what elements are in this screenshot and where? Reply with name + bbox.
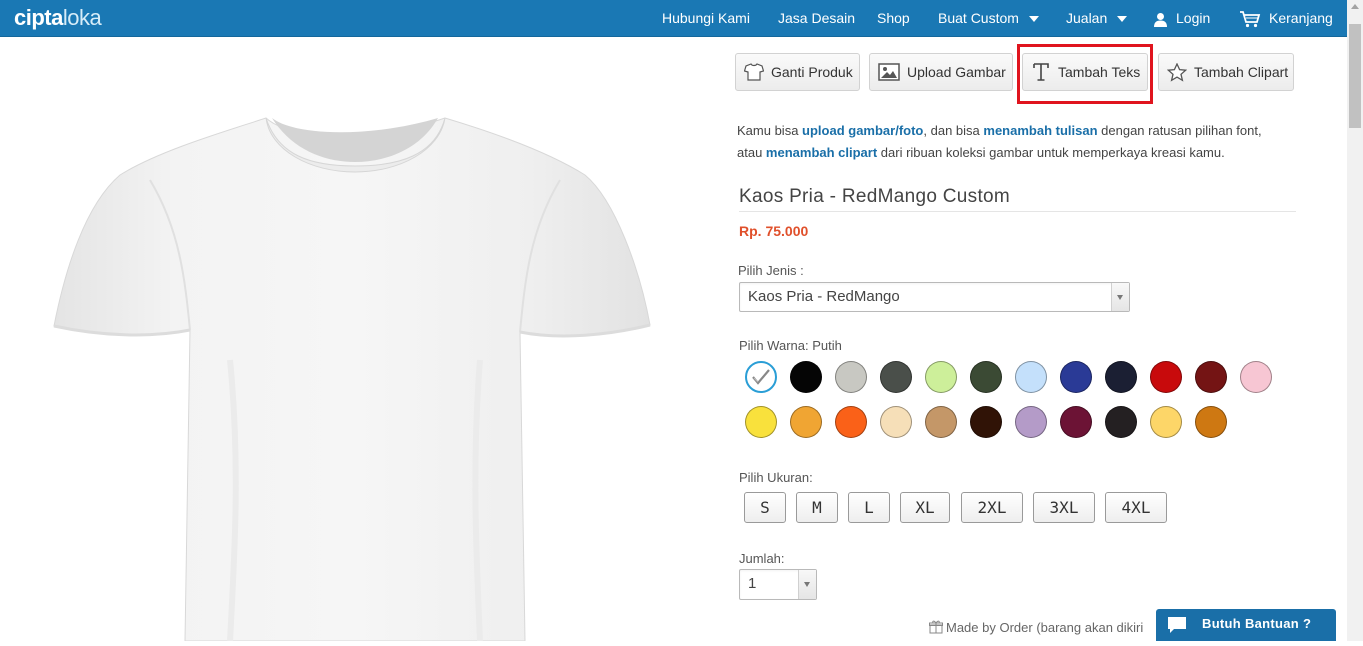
upload-image-link[interactable]: upload gambar/foto [802, 123, 923, 138]
nav-shop[interactable]: Shop [877, 0, 910, 36]
color-swatch[interactable] [880, 361, 912, 393]
add-clipart-button[interactable]: Tambah Clipart [1158, 53, 1294, 91]
intro-text-1: Kamu bisa [737, 123, 803, 138]
gift-icon [929, 620, 943, 634]
check-icon [752, 369, 770, 385]
image-icon [878, 63, 900, 81]
size-button[interactable]: 4XL [1105, 492, 1167, 523]
product-type-value: Kaos Pria - RedMango [748, 288, 900, 305]
intro-text-4: atau [737, 145, 766, 160]
color-swatch[interactable] [970, 406, 1002, 438]
color-swatch[interactable] [1060, 361, 1092, 393]
top-navbar: ciptaloka Hubungi Kami Jasa Desain Shop … [0, 0, 1347, 37]
help-chat-label: Butuh Bantuan ? [1202, 616, 1312, 631]
intro-text-5: dari ribuan koleksi gambar untuk memperk… [877, 145, 1225, 160]
quantity-label: Jumlah: [739, 551, 785, 566]
add-clipart-link[interactable]: menambah clipart [766, 145, 877, 160]
nav-sell-label: Jualan [1066, 10, 1108, 26]
color-swatch[interactable] [790, 361, 822, 393]
nav-cart-label: Keranjang [1269, 10, 1333, 26]
help-chat-button[interactable]: Butuh Bantuan ? [1156, 609, 1336, 641]
color-swatch[interactable] [835, 406, 867, 438]
chat-bubble-icon [1168, 617, 1186, 633]
tshirt-icon [744, 63, 764, 81]
size-button[interactable]: S [744, 492, 786, 523]
chevron-down-icon [1117, 16, 1128, 23]
color-swatch[interactable] [970, 361, 1002, 393]
nav-design-service[interactable]: Jasa Desain [778, 0, 855, 36]
tshirt-preview[interactable] [40, 100, 670, 642]
color-swatch[interactable] [1150, 361, 1182, 393]
made-by-order-text: Made by Order (barang akan dikiri [946, 620, 1144, 635]
color-swatch[interactable] [835, 361, 867, 393]
intro-text: Kamu bisa upload gambar/foto, dan bisa m… [737, 120, 1307, 164]
star-icon [1167, 62, 1187, 82]
nav-login[interactable]: Login [1153, 0, 1210, 36]
color-swatch[interactable] [925, 406, 957, 438]
intro-text-3: dengan ratusan pilihan font, [1097, 123, 1262, 138]
color-swatch[interactable] [880, 406, 912, 438]
product-type-select[interactable]: Kaos Pria - RedMango [739, 282, 1130, 312]
change-product-button[interactable]: Ganti Produk [735, 53, 860, 91]
quantity-value: 1 [748, 575, 757, 592]
type-label: Pilih Jenis : [738, 263, 804, 278]
product-price: Rp. 75.000 [739, 223, 809, 239]
user-icon [1154, 12, 1167, 27]
color-swatch-selected[interactable] [745, 361, 777, 393]
color-swatch[interactable] [1195, 406, 1227, 438]
cart-icon [1240, 11, 1261, 28]
color-swatch[interactable] [745, 406, 777, 438]
nav-sell[interactable]: Jualan [1066, 0, 1128, 36]
color-swatch[interactable] [790, 406, 822, 438]
size-button[interactable]: 2XL [961, 492, 1023, 523]
color-label: Pilih Warna: Putih [739, 338, 842, 353]
color-swatch[interactable] [1015, 406, 1047, 438]
size-button[interactable]: M [796, 492, 838, 523]
made-by-order-note: Made by Order (barang akan dikiri [929, 620, 1143, 635]
size-button[interactable]: 3XL [1033, 492, 1095, 523]
color-swatch[interactable] [925, 361, 957, 393]
product-title: Kaos Pria - RedMango Custom [739, 186, 1011, 207]
quantity-select[interactable]: 1 [739, 569, 817, 600]
chevron-down-icon [1028, 16, 1039, 23]
color-swatch[interactable] [1015, 361, 1047, 393]
color-swatch[interactable] [1150, 406, 1182, 438]
nav-create-custom[interactable]: Buat Custom [938, 0, 1039, 36]
select-arrow-icon [1111, 283, 1129, 311]
scroll-up-arrow-icon[interactable] [1351, 4, 1359, 9]
color-swatch[interactable] [1195, 361, 1227, 393]
logo[interactable]: ciptaloka [14, 5, 102, 31]
nav-contact[interactable]: Hubungi Kami [662, 0, 750, 36]
upload-image-button[interactable]: Upload Gambar [869, 53, 1013, 91]
intro-text-2: , dan bisa [923, 123, 984, 138]
color-swatch[interactable] [1105, 361, 1137, 393]
nav-cart[interactable]: Keranjang [1239, 0, 1333, 36]
size-button[interactable]: L [848, 492, 890, 523]
size-label: Pilih Ukuran: [739, 470, 813, 485]
select-arrow-icon [798, 570, 816, 599]
nav-login-label: Login [1176, 10, 1211, 26]
color-swatch[interactable] [1240, 361, 1272, 393]
change-product-label: Ganti Produk [771, 64, 853, 80]
add-text-link[interactable]: menambah tulisan [983, 123, 1097, 138]
size-button[interactable]: XL [900, 492, 950, 523]
nav-create-custom-label: Buat Custom [938, 10, 1019, 26]
add-clipart-label: Tambah Clipart [1194, 64, 1289, 80]
color-swatch[interactable] [1060, 406, 1092, 438]
scrollbar-thumb[interactable] [1349, 24, 1361, 128]
color-swatch[interactable] [1105, 406, 1137, 438]
upload-image-label: Upload Gambar [907, 64, 1006, 80]
highlight-box [1017, 44, 1153, 104]
divider [739, 211, 1296, 212]
